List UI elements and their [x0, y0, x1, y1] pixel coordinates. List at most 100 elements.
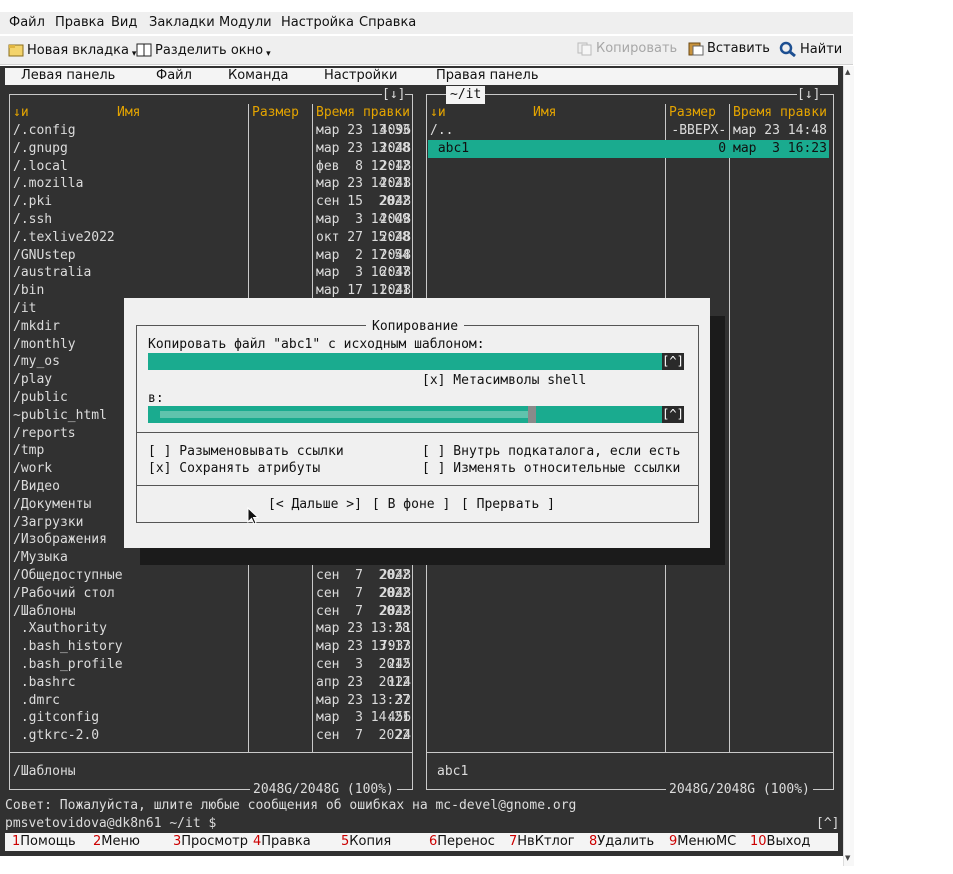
right-panel-status: abc1	[437, 764, 469, 779]
find-button[interactable]: Найти	[779, 41, 842, 57]
file-name: /tmp	[13, 443, 45, 459]
fkey-6[interactable]: 6Перенос	[429, 834, 495, 849]
split-window-button[interactable]: Разделить окно ▾	[136, 41, 271, 59]
left-col-size[interactable]: Размер	[252, 104, 299, 122]
file-time: мар 23 13:28	[316, 621, 410, 637]
source-mask-input[interactable]	[148, 353, 663, 370]
preserve-attributes-checkbox[interactable]: [x] Сохранять атрибуты	[148, 460, 320, 477]
file-name: /it	[13, 301, 37, 316]
fkey-3[interactable]: 3Просмотр	[173, 834, 248, 849]
left-col-sort[interactable]: ↓и	[13, 104, 29, 122]
left-col-time[interactable]: Время правки	[316, 104, 410, 122]
mc-menu-right-panel[interactable]: Правая панель	[436, 68, 539, 83]
dive-subdir-checkbox[interactable]: [ ] Внутрь подкаталога, если есть	[422, 443, 680, 460]
menu-file[interactable]: Файл	[9, 15, 45, 30]
divider	[426, 94, 833, 95]
right-col-time[interactable]: Время правки	[733, 104, 827, 122]
file-time: сен 7 2022	[316, 585, 410, 601]
menu-edit[interactable]: Правка	[55, 15, 104, 30]
new-tab-label: Новая вкладка	[27, 42, 129, 58]
mc-menu-file[interactable]: Файл	[156, 68, 192, 83]
source-label: Копировать файл "abc1" с исходным шаблон…	[148, 337, 485, 352]
find-label: Найти	[800, 41, 843, 57]
text-cursor	[528, 406, 536, 423]
divider	[9, 752, 412, 753]
mc-menu-options[interactable]: Настройки	[324, 68, 397, 83]
right-free-space: 2048G/2048G (100%)	[666, 781, 813, 799]
new-tab-icon	[8, 44, 24, 57]
mc-menu-left-panel[interactable]: Левая панель	[21, 68, 115, 83]
mc-menu-command[interactable]: Команда	[228, 68, 288, 83]
file-name: .Xauthority	[13, 621, 107, 637]
file-name: .bash_profile	[13, 657, 123, 672]
copy-label: Копировать	[596, 41, 678, 56]
file-name[interactable]: abc1	[430, 140, 469, 158]
file-name: .dmrc	[13, 692, 60, 708]
copy-icon	[577, 42, 592, 55]
fkey-8[interactable]: 8Удалить	[589, 834, 654, 849]
fkey-2[interactable]: 2Меню	[93, 834, 140, 849]
target-path-input[interactable]	[148, 406, 663, 423]
file-name: /.mozilla	[13, 176, 84, 192]
file-time: сен 15 2022	[316, 194, 410, 210]
file-name: /Рабочий стол	[13, 585, 115, 601]
file-time: сен 7 2022	[316, 603, 410, 619]
file-name: /Изображения	[13, 532, 107, 548]
menu-bookmarks[interactable]: Закладки	[149, 15, 215, 30]
file-time: мар 23 13:27	[316, 692, 410, 708]
menu-plugins[interactable]: Модули	[219, 15, 272, 30]
file-time: мар 23 14:48	[733, 123, 827, 138]
file-name: /.local	[13, 158, 68, 174]
file-name: /public	[13, 390, 68, 405]
left-col-name[interactable]: Имя	[117, 104, 140, 122]
fkey-4[interactable]: 4Правка	[253, 834, 311, 849]
follow-links-checkbox[interactable]: [ ] Разыменовывать ссылки	[148, 443, 344, 460]
terminal-scrollbar[interactable]: ▲ ▼	[843, 66, 854, 866]
prompt-history-button[interactable]: [^]	[816, 815, 839, 833]
split-label: Разделить окно	[155, 42, 264, 58]
target-history-button[interactable]: [^]	[662, 406, 684, 423]
fkey-label: НвКтлог	[517, 834, 575, 849]
fkey-1[interactable]: 1Помощь	[12, 834, 76, 849]
right-col-size[interactable]: Размер	[669, 104, 716, 122]
fkey-10[interactable]: 10Выход	[750, 834, 810, 849]
right-panel-path: ~/it	[446, 86, 486, 104]
chevron-down-icon: ▾	[266, 49, 271, 59]
file-time: мар 3 14:21	[316, 710, 410, 726]
fkey-9[interactable]: 9МенюMC	[669, 834, 736, 849]
new-tab-button[interactable]: Новая вкладка ▾	[8, 41, 136, 59]
menu-help[interactable]: Справка	[359, 15, 416, 30]
source-history-button[interactable]: [^]	[662, 353, 684, 370]
shell-patterns-checkbox[interactable]: [x] Метасимволы shell	[422, 372, 586, 389]
abort-button[interactable]: [ Прервать ]	[461, 496, 555, 513]
file-time: окт 27 15:28	[316, 229, 410, 245]
file-time: мар 3 16:37	[316, 265, 410, 281]
fkey-label: Копия	[349, 834, 392, 849]
menu-settings[interactable]: Настройка	[281, 15, 354, 30]
file-name: /Общедоступные	[13, 568, 123, 583]
mc-menu-bar: Левая панель Файл Команда Настройки Прав…	[5, 68, 838, 85]
file-time: мар 23 14:21	[316, 176, 410, 192]
scroll-up-icon[interactable]: ▲	[845, 68, 850, 76]
left-panel-status: /Шаблоны	[13, 764, 76, 779]
fkey-5[interactable]: 5Копия	[341, 834, 391, 849]
background-button[interactable]: [ В фоне ]	[372, 496, 450, 513]
file-time: мар 3 14:09	[316, 212, 410, 227]
left-panel-sort-toggle[interactable]: [↓]	[382, 86, 406, 104]
fkey-7[interactable]: 7НвКтлог	[509, 834, 575, 849]
proceed-button[interactable]: [< Дальше >]	[268, 496, 362, 513]
right-panel-sort-toggle[interactable]: [↓]	[797, 86, 821, 104]
file-time: сен 7 2022	[316, 728, 410, 744]
file-name: .gtkrc-2.0	[13, 728, 100, 744]
menu-view[interactable]: Вид	[111, 15, 137, 30]
right-col-sort[interactable]: ↓и	[430, 104, 446, 122]
copy-button[interactable]: Копировать	[577, 41, 677, 56]
shell-prompt[interactable]: pmsvetovidova@dk8n61 ~/it $	[5, 815, 216, 833]
scroll-down-icon[interactable]: ▼	[845, 854, 850, 862]
mouse-pointer-icon	[247, 507, 259, 525]
paste-button[interactable]: Вставить	[688, 41, 770, 56]
right-col-name[interactable]: Имя	[533, 104, 556, 122]
file-name[interactable]: /..	[430, 122, 453, 140]
stable-symlinks-checkbox[interactable]: [ ] Изменять относительные ссылки	[422, 460, 680, 477]
divider	[137, 432, 698, 433]
